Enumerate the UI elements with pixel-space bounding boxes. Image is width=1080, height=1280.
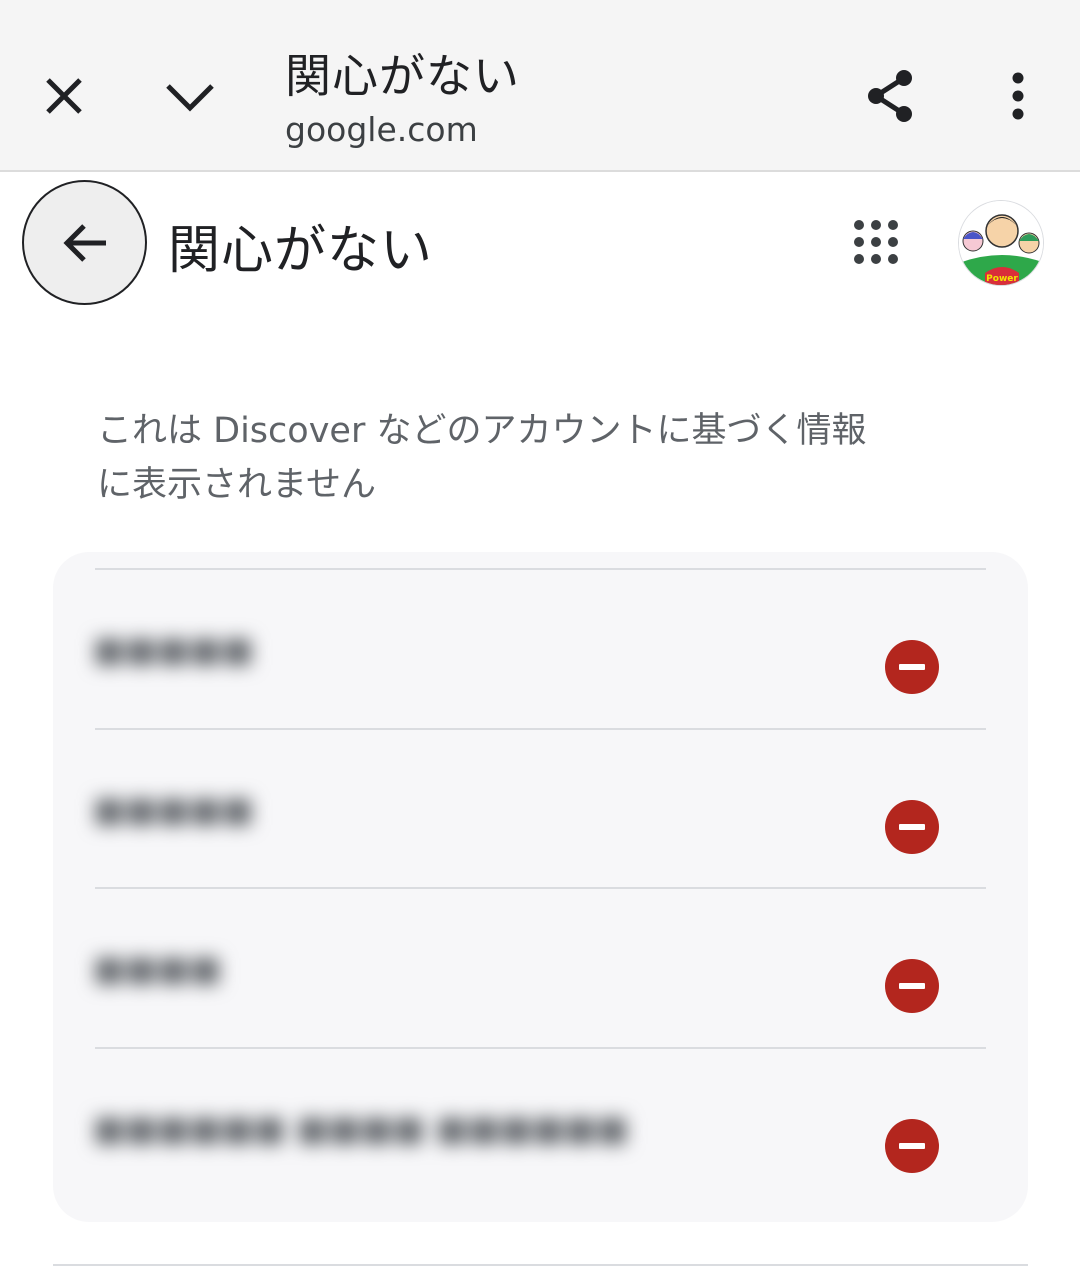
list-item: ■■■■■ [53, 568, 1028, 728]
remove-button[interactable] [885, 800, 939, 854]
list-item: ■■■■ [53, 887, 1028, 1047]
remove-circle-icon [899, 1143, 925, 1149]
page-title: 関心がない [168, 221, 434, 281]
apps-grid-icon [854, 220, 898, 264]
toolbar-url: google.com [285, 110, 478, 149]
divider [95, 568, 986, 570]
back-button[interactable] [22, 180, 147, 305]
arrow-back-icon [62, 223, 106, 262]
description-text: これは Discover などのアカウントに基づく情報に表示されません [97, 411, 867, 505]
remove-button[interactable] [885, 959, 939, 1013]
account-avatar[interactable]: Power [958, 200, 1044, 286]
share-button[interactable] [850, 56, 930, 136]
list-item-label: ■■■■ [93, 949, 222, 989]
remove-circle-icon [899, 824, 925, 830]
remove-circle-icon [899, 983, 925, 989]
avatar-badge: Power [986, 274, 1018, 284]
close-icon [46, 78, 82, 114]
remove-button[interactable] [885, 640, 939, 694]
toolbar-title: 関心がない [285, 49, 520, 103]
more-vert-icon [1012, 72, 1024, 120]
divider [95, 728, 986, 730]
more-options-button[interactable] [978, 56, 1058, 136]
list-item-label: ■■■■■ [93, 630, 254, 670]
close-button[interactable] [24, 56, 104, 136]
list-item: ■■■■■ [53, 728, 1028, 888]
divider [53, 1264, 1028, 1266]
not-interested-list: ■■■■■ ■■■■■ ■■■■ ■■■■■■ ■■■■ ■■■■■■ [53, 552, 1028, 1222]
divider [95, 887, 986, 889]
minimize-button[interactable] [150, 56, 230, 136]
list-item-label: ■■■■■ [93, 790, 254, 830]
share-icon [868, 70, 912, 122]
chevron-down-icon [166, 84, 214, 112]
avatar-illustration-icon: Power [959, 201, 1043, 285]
list-item-label: ■■■■■■ ■■■■ ■■■■■■ [93, 1109, 629, 1149]
remove-button[interactable] [885, 1119, 939, 1173]
remove-circle-icon [899, 664, 925, 670]
divider [95, 1047, 986, 1049]
browser-toolbar: 関心がない google.com [0, 0, 1080, 172]
google-apps-button[interactable] [836, 202, 916, 282]
list-item: ■■■■■■ ■■■■ ■■■■■■ [53, 1047, 1028, 1207]
